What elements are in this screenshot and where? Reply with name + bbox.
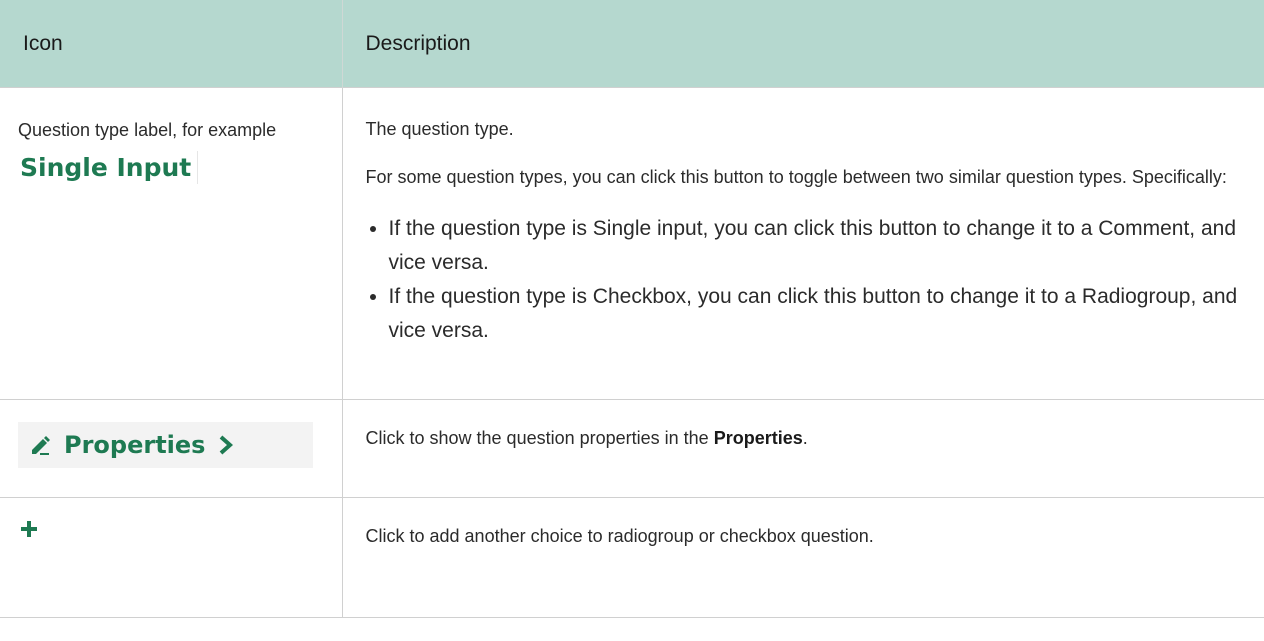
icon-cell: Question type label, for example Single … bbox=[0, 87, 343, 400]
question-type-label[interactable]: Single Input bbox=[18, 151, 199, 184]
description-paragraph: Click to show the question properties in… bbox=[365, 428, 808, 448]
properties-keyword: Properties bbox=[713, 428, 803, 448]
properties-button-label: Properties bbox=[64, 431, 206, 459]
icon-description-table: Icon Description Question type label, fo… bbox=[0, 0, 1264, 618]
list-item: If the question type is Checkbox, you ca… bbox=[389, 280, 1245, 348]
table-row: Question type label, for example Single … bbox=[0, 87, 1264, 400]
plus-icon[interactable] bbox=[20, 520, 38, 543]
properties-button[interactable]: Properties bbox=[18, 422, 313, 468]
bullet-list: If the question type is Single input, yo… bbox=[366, 212, 1245, 348]
icon-cell: Properties bbox=[0, 399, 343, 498]
description-paragraph: For some question types, you can click t… bbox=[365, 167, 1227, 187]
table-row: Click to add another choice to radiogrou… bbox=[0, 497, 1264, 618]
list-item: If the question type is Single input, yo… bbox=[389, 212, 1245, 280]
chevron-right-icon bbox=[220, 435, 234, 455]
column-header-icon: Icon bbox=[0, 0, 343, 88]
icon-cell-text: Question type label, for example bbox=[18, 120, 277, 140]
description-paragraph: The question type. bbox=[365, 119, 514, 139]
description-cell: The question type. For some question typ… bbox=[341, 87, 1264, 400]
table-header-row: Icon Description bbox=[0, 0, 1264, 88]
icon-cell bbox=[0, 497, 343, 618]
description-paragraph: Click to add another choice to radiogrou… bbox=[365, 526, 874, 546]
description-cell: Click to show the question properties in… bbox=[341, 399, 1264, 498]
pencil-icon bbox=[32, 436, 50, 455]
column-header-description: Description bbox=[342, 0, 1264, 88]
description-cell: Click to add another choice to radiogrou… bbox=[341, 497, 1264, 618]
table-row: Properties Click to show the question pr… bbox=[0, 399, 1264, 498]
